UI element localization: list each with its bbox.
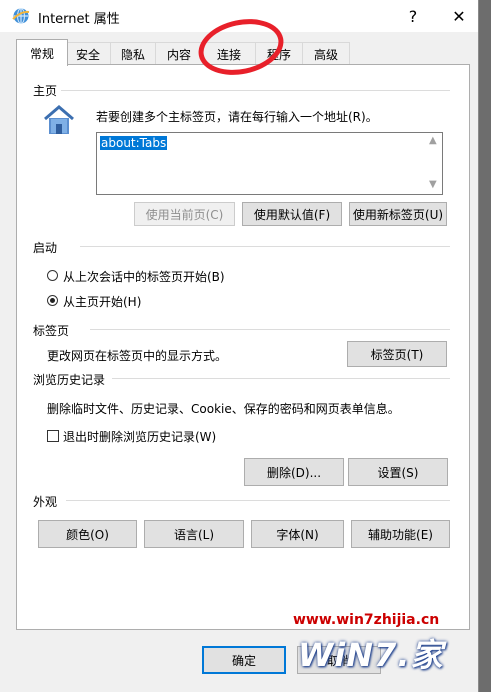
home-instruction: 若要创建多个主标签页，请在每行输入一个地址(R)。 — [96, 110, 378, 124]
scroll-down-icon[interactable]: ▼ — [429, 179, 437, 190]
button-label: 使用默认值(F) — [253, 207, 331, 222]
startup-home-label: 从主页开始(H) — [63, 295, 142, 309]
divider — [60, 90, 450, 91]
divider — [90, 329, 450, 330]
fonts-button[interactable]: 字体(N) — [251, 520, 344, 548]
tab-label: 高级 — [313, 47, 338, 62]
ok-button[interactable]: 确定 — [202, 646, 286, 674]
tab-advanced[interactable]: 高级 — [302, 42, 350, 65]
radio-selected-dot — [50, 298, 55, 303]
home-section-label: 主页 — [33, 82, 62, 99]
tab-label: 隐私 — [120, 47, 145, 62]
colors-button[interactable]: 颜色(O) — [38, 520, 137, 548]
button-label: 颜色(O) — [66, 527, 109, 542]
home-house-icon — [42, 104, 76, 139]
tab-label: 安全 — [75, 47, 100, 62]
internet-properties-dialog: Internet 属性 ? ✕ 常规 安全 隐私 内容 连接 程序 高级 主页 — [0, 0, 479, 692]
history-description: 删除临时文件、历史记录、Cookie、保存的密码和网页表单信息。 — [47, 402, 400, 416]
button-label: 标签页(T) — [370, 347, 424, 362]
tab-label: 内容 — [166, 47, 191, 62]
tab-security[interactable]: 安全 — [65, 42, 111, 65]
delete-on-exit-label: 退出时删除浏览历史记录(W) — [63, 430, 217, 444]
button-label: 语言(L) — [173, 527, 215, 542]
use-current-button[interactable]: 使用当前页(C) — [134, 202, 235, 226]
divider — [66, 500, 450, 501]
startup-section-label: 启动 — [33, 239, 58, 256]
history-section-label: 浏览历史记录 — [33, 371, 106, 388]
textarea-scrollbar[interactable]: ▲ ▼ — [426, 133, 442, 194]
tabs-description: 更改网页在标签页中的显示方式。 — [47, 349, 228, 363]
tabs-settings-button[interactable]: 标签页(T) — [347, 341, 447, 367]
delete-history-button[interactable]: 删除(D)... — [244, 458, 344, 486]
background-strip — [478, 0, 491, 692]
tab-label: 常规 — [29, 46, 54, 61]
appearance-section-label: 外观 — [33, 493, 58, 510]
delete-on-exit-checkbox[interactable] — [47, 430, 59, 442]
use-default-button[interactable]: 使用默认值(F) — [242, 202, 342, 226]
tab-general[interactable]: 常规 — [16, 39, 68, 66]
button-label: 确定 — [231, 653, 256, 668]
home-page-textarea[interactable]: about:Tabs ▲ ▼ — [96, 132, 443, 195]
button-label: 字体(N) — [276, 527, 319, 542]
button-label: 设置(S) — [377, 465, 419, 480]
scroll-up-icon[interactable]: ▲ — [429, 135, 437, 146]
tab-content[interactable]: 内容 — [155, 42, 203, 65]
use-new-tab-button[interactable]: 使用新标签页(U) — [349, 202, 447, 226]
watermark-logo: WiN7.家 — [298, 636, 444, 674]
startup-home-radio[interactable] — [47, 295, 58, 306]
close-button[interactable]: ✕ — [436, 0, 482, 32]
divider — [112, 378, 450, 379]
button-label: 使用新标签页(U) — [352, 207, 444, 222]
help-icon: ? — [408, 6, 418, 26]
ie-globe-icon — [12, 7, 30, 28]
history-settings-button[interactable]: 设置(S) — [348, 458, 448, 486]
home-page-value: about:Tabs — [100, 136, 168, 150]
tab-privacy[interactable]: 隐私 — [110, 42, 156, 65]
button-label: 使用当前页(C) — [145, 207, 224, 222]
watermark-url: www.win7zhijia.cn — [293, 612, 440, 628]
accessibility-button[interactable]: 辅助功能(E) — [351, 520, 450, 548]
window-title: Internet 属性 — [38, 12, 120, 27]
tabs-section-label: 标签页 — [33, 322, 70, 339]
startup-last-session-radio[interactable] — [47, 270, 58, 281]
close-icon: ✕ — [452, 6, 466, 26]
button-label: 删除(D)... — [266, 465, 322, 480]
languages-button[interactable]: 语言(L) — [144, 520, 244, 548]
help-button[interactable]: ? — [390, 0, 436, 32]
divider — [80, 246, 450, 247]
startup-last-session-label: 从上次会话中的标签页开始(B) — [63, 270, 225, 284]
button-label: 辅助功能(E) — [368, 527, 433, 542]
